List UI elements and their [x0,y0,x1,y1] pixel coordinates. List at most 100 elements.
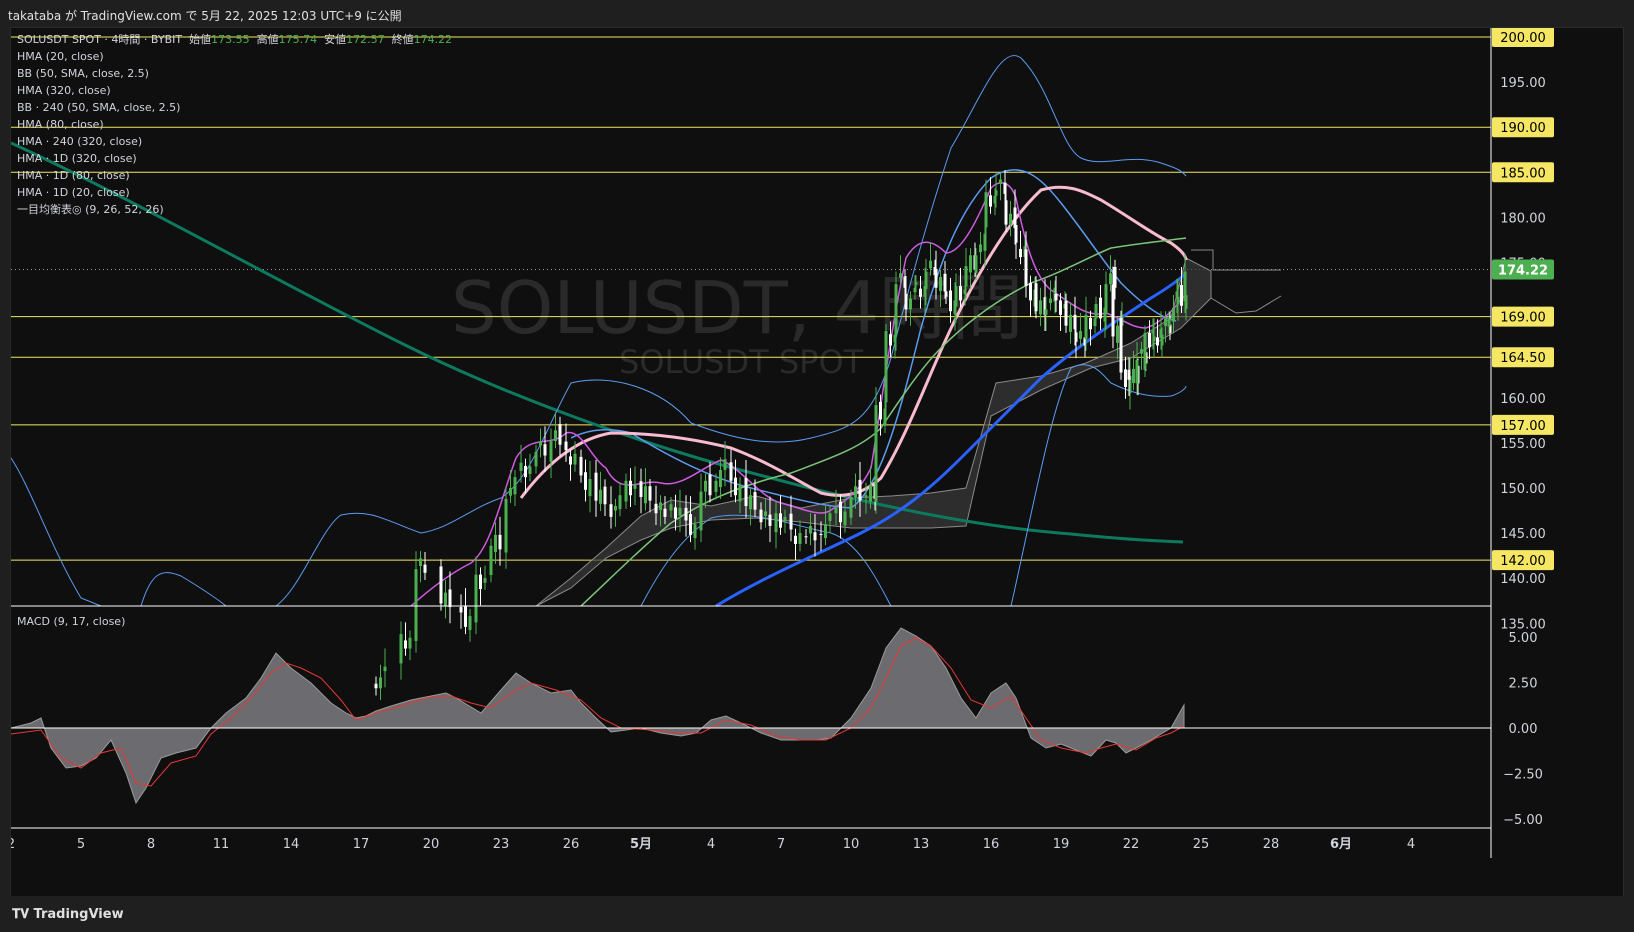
chart-legend: SOLUSDT SPOT · 4時間 · BYBIT 始値173.55 高値17… [17,31,452,218]
candle-body [528,466,532,475]
candle-body [899,273,902,278]
candle-body [839,501,842,523]
indicator-legend-item[interactable]: HMA · 1D (320, close) [17,150,452,167]
candle-body [749,495,752,510]
candle-body [984,192,988,228]
candle-body [423,564,427,573]
candle-body [1164,318,1167,327]
time-tick-label: 4 [1407,837,1415,852]
candle-body [828,513,832,521]
candle-body [1019,248,1022,258]
candle-body [448,589,452,608]
candle-body [1148,332,1151,348]
candle-body [889,334,892,346]
candle-body [549,441,553,462]
candle-body [1132,368,1135,383]
chart-pane[interactable]: SOLUSDT, 4時間 SOLUSDT SPOT 200.00 190.00 … [10,27,1624,897]
candle-body [794,535,797,544]
candle-body [558,423,562,445]
candle-body [639,481,643,498]
candle-body [689,514,692,535]
macd-tick-label: −2.50 [1503,768,1543,783]
candle-body [954,285,958,307]
indicator-legend-item[interactable]: 一目均衡表◎ (9, 26, 52, 26) [17,201,452,218]
price-level-label: 142.00 [1500,554,1546,569]
candle-body [444,592,447,607]
macd-legend[interactable]: MACD (9, 17, close) [17,613,125,630]
candle-body [1127,369,1131,380]
candle-body [989,195,992,207]
candle-body [1049,298,1052,304]
symbol-ohlc-line[interactable]: SOLUSDT SPOT · 4時間 · BYBIT 始値173.55 高値17… [17,31,452,48]
candle-body [1124,369,1127,387]
candle-body [944,291,948,297]
candle-body [579,456,583,476]
indicator-legend-item[interactable]: HMA (80, close) [17,116,452,133]
macd-tick-label: 0.00 [1509,722,1538,737]
candle-body [633,484,637,489]
indicator-legend-item[interactable]: BB (50, SMA, close, 2.5) [17,65,452,82]
candle-body [708,474,712,496]
candle-body [929,260,932,269]
candle-body [524,465,527,478]
candle-body [849,497,853,518]
candle-body [1143,332,1147,370]
open-value: 173.55 [211,33,250,46]
candle-body [684,507,688,521]
indicator-legend-item[interactable]: HMA · 1D (80, close) [17,167,452,184]
time-tick-label: 7 [777,837,785,852]
candle-body [468,616,472,631]
candle-body [774,513,778,533]
candle-body [1059,300,1062,315]
candle-body [798,533,802,544]
candle-body [1064,300,1068,326]
candle-body [1099,297,1102,319]
candle-body [1116,325,1119,343]
candle-body [654,503,658,514]
tradingview-logo[interactable]: 𝐓𝐕 TradingView [12,907,124,922]
footer: 𝐓𝐕 TradingView [0,896,1634,932]
candle-body [883,408,887,426]
indicator-legend-item[interactable]: BB · 240 (50, SMA, close, 2.5) [17,99,452,116]
candle-body [1074,332,1078,342]
candle-body [554,430,557,442]
indicator-legend-item[interactable]: HMA (20, close) [17,48,452,65]
macd-axis[interactable]: 5.00 2.50 0.00 −2.50 −5.00 [1503,631,1543,828]
time-tick-label: 25 [1193,837,1210,852]
candle-body [519,462,523,471]
candle-body [1069,314,1072,332]
time-axis[interactable]: 2581114172023265月47101316192225286月4 [11,837,1415,852]
symbol-label[interactable]: SOLUSDT SPOT · 4時間 · BYBIT [17,33,182,46]
candle-body [1054,294,1058,301]
watermark-subtitle: SOLUSDT SPOT [619,343,864,381]
candle-body [419,558,422,567]
high-value: 175.74 [278,33,318,46]
price-axis[interactable]: 200.00 190.00 185.00 169.00 164.50 157.00 142.… [1492,28,1554,632]
indicator-legend-item[interactable]: HMA · 240 (320, close) [17,133,452,150]
price-tick-label: 195.00 [1500,76,1546,91]
candle-body [854,486,857,498]
candle-body [573,453,577,465]
indicator-legend-item[interactable]: HMA (320, close) [17,82,452,99]
candle-body [999,179,1002,185]
candle-body [804,536,808,538]
indicator-legend-item[interactable]: HMA · 1D (20, close) [17,184,452,201]
candle-body [1140,349,1143,354]
price-level-label: 169.00 [1500,311,1546,326]
candle-body [479,574,482,590]
candle-body [809,525,812,534]
candle-body [869,484,872,502]
candle-body [939,276,942,291]
time-tick-label: 16 [983,837,1000,852]
price-tick-label: 180.00 [1500,211,1546,226]
candle-body [693,524,697,539]
candle-body [1175,291,1179,297]
candle-body [599,489,602,504]
close-value: 174.22 [413,33,453,46]
candle-body [744,478,748,507]
candle-body [719,469,722,488]
candle-body [603,486,607,505]
macd-legend-label[interactable]: MACD (9, 17, close) [17,613,125,630]
candle-body [779,513,782,528]
time-tick-label: 2 [11,837,15,852]
